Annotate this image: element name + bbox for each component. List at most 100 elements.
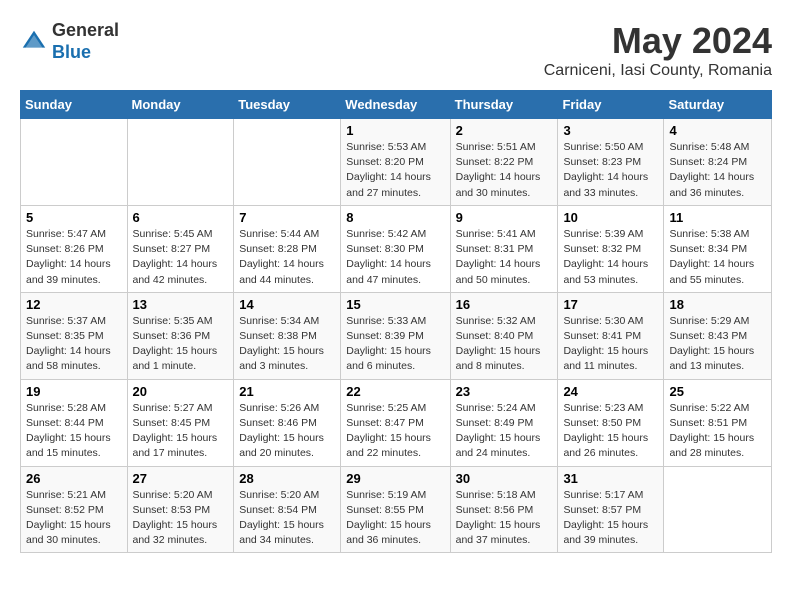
title-block: May 2024 Carniceni, Iasi County, Romania [544,20,772,80]
calendar-cell: 4 Sunrise: 5:48 AM Sunset: 8:24 PM Daylig… [664,119,772,206]
weekday-header-wednesday: Wednesday [341,91,450,119]
calendar-cell: 10Sunrise: 5:39 AM Sunset: 8:32 PM Dayli… [558,205,664,292]
calendar-cell: 11 Sunrise: 5:38 AM Sunset: 8:34 PM Dayli… [664,205,772,292]
calendar-week-row: 19 Sunrise: 5:28 AM Sunset: 8:44 PM Dayli… [21,379,772,466]
day-info: Sunrise: 5:44 AM Sunset: 8:28 PM Dayligh… [239,227,335,288]
day-info: Sunrise: 5:29 AM Sunset: 8:43 PM Dayligh… [669,314,766,375]
calendar-cell [127,119,234,206]
day-number: 19 [26,384,122,399]
calendar-cell: 5 Sunrise: 5:47 AM Sunset: 8:26 PM Daylig… [21,205,128,292]
day-info: Sunrise: 5:20 AM Sunset: 8:53 PM Dayligh… [133,488,229,549]
day-info: Sunrise: 5:38 AM Sunset: 8:34 PM Dayligh… [669,227,766,288]
calendar-cell: 26 Sunrise: 5:21 AM Sunset: 8:52 PM Dayli… [21,466,128,553]
day-info: Sunrise: 5:20 AM Sunset: 8:54 PM Dayligh… [239,488,335,549]
calendar-cell [664,466,772,553]
calendar-cell: 6Sunrise: 5:45 AM Sunset: 8:27 PM Daylig… [127,205,234,292]
calendar-cell: 2 Sunrise: 5:51 AM Sunset: 8:22 PM Daylig… [450,119,558,206]
calendar-week-row: 5 Sunrise: 5:47 AM Sunset: 8:26 PM Daylig… [21,205,772,292]
calendar-cell: 1Sunrise: 5:53 AM Sunset: 8:20 PM Daylig… [341,119,450,206]
day-number: 28 [239,471,335,486]
day-number: 16 [456,297,553,312]
weekday-header-tuesday: Tuesday [234,91,341,119]
day-number: 7 [239,210,335,225]
day-info: Sunrise: 5:25 AM Sunset: 8:47 PM Dayligh… [346,401,444,462]
day-number: 25 [669,384,766,399]
day-info: Sunrise: 5:42 AM Sunset: 8:30 PM Dayligh… [346,227,444,288]
day-info: Sunrise: 5:37 AM Sunset: 8:35 PM Dayligh… [26,314,122,375]
calendar-cell: 23Sunrise: 5:24 AM Sunset: 8:49 PM Dayli… [450,379,558,466]
day-info: Sunrise: 5:53 AM Sunset: 8:20 PM Dayligh… [346,140,444,201]
day-info: Sunrise: 5:30 AM Sunset: 8:41 PM Dayligh… [563,314,658,375]
day-number: 5 [26,210,122,225]
day-info: Sunrise: 5:19 AM Sunset: 8:55 PM Dayligh… [346,488,444,549]
day-number: 17 [563,297,658,312]
calendar-cell [21,119,128,206]
calendar-cell: 15Sunrise: 5:33 AM Sunset: 8:39 PM Dayli… [341,292,450,379]
day-info: Sunrise: 5:34 AM Sunset: 8:38 PM Dayligh… [239,314,335,375]
day-number: 24 [563,384,658,399]
day-number: 10 [563,210,658,225]
day-number: 13 [133,297,229,312]
calendar-cell: 31 Sunrise: 5:17 AM Sunset: 8:57 PM Dayli… [558,466,664,553]
weekday-header-friday: Friday [558,91,664,119]
weekday-header-monday: Monday [127,91,234,119]
calendar-cell: 21 Sunrise: 5:26 AM Sunset: 8:46 PM Dayli… [234,379,341,466]
location-subtitle: Carniceni, Iasi County, Romania [544,62,772,80]
day-number: 27 [133,471,229,486]
calendar-cell: 25 Sunrise: 5:22 AM Sunset: 8:51 PM Dayli… [664,379,772,466]
calendar-cell: 16Sunrise: 5:32 AM Sunset: 8:40 PM Dayli… [450,292,558,379]
calendar-cell: 27 Sunrise: 5:20 AM Sunset: 8:53 PM Dayli… [127,466,234,553]
day-number: 12 [26,297,122,312]
calendar-header: SundayMondayTuesdayWednesdayThursdayFrid… [21,91,772,119]
day-number: 8 [346,210,444,225]
day-info: Sunrise: 5:18 AM Sunset: 8:56 PM Dayligh… [456,488,553,549]
day-info: Sunrise: 5:26 AM Sunset: 8:46 PM Dayligh… [239,401,335,462]
day-info: Sunrise: 5:17 AM Sunset: 8:57 PM Dayligh… [563,488,658,549]
day-number: 4 [669,123,766,138]
day-info: Sunrise: 5:47 AM Sunset: 8:26 PM Dayligh… [26,227,122,288]
day-info: Sunrise: 5:35 AM Sunset: 8:36 PM Dayligh… [133,314,229,375]
month-title: May 2024 [544,20,772,62]
day-info: Sunrise: 5:24 AM Sunset: 8:49 PM Dayligh… [456,401,553,462]
day-number: 21 [239,384,335,399]
page-header: General Blue May 2024 Carniceni, Iasi Co… [20,20,772,80]
calendar-cell [234,119,341,206]
calendar-cell: 19 Sunrise: 5:28 AM Sunset: 8:44 PM Dayli… [21,379,128,466]
calendar-cell: 29 Sunrise: 5:19 AM Sunset: 8:55 PM Dayli… [341,466,450,553]
day-number: 31 [563,471,658,486]
day-number: 29 [346,471,444,486]
day-number: 18 [669,297,766,312]
calendar-week-row: 26 Sunrise: 5:21 AM Sunset: 8:52 PM Dayli… [21,466,772,553]
calendar-cell: 14Sunrise: 5:34 AM Sunset: 8:38 PM Dayli… [234,292,341,379]
day-number: 20 [133,384,229,399]
logo-icon [20,28,48,56]
day-number: 11 [669,210,766,225]
calendar-cell: 17 Sunrise: 5:30 AM Sunset: 8:41 PM Dayli… [558,292,664,379]
weekday-header-sunday: Sunday [21,91,128,119]
day-info: Sunrise: 5:21 AM Sunset: 8:52 PM Dayligh… [26,488,122,549]
calendar-cell: 20Sunrise: 5:27 AM Sunset: 8:45 PM Dayli… [127,379,234,466]
day-number: 26 [26,471,122,486]
day-info: Sunrise: 5:28 AM Sunset: 8:44 PM Dayligh… [26,401,122,462]
day-info: Sunrise: 5:41 AM Sunset: 8:31 PM Dayligh… [456,227,553,288]
calendar-cell: 12 Sunrise: 5:37 AM Sunset: 8:35 PM Dayli… [21,292,128,379]
day-number: 15 [346,297,444,312]
calendar-cell: 7 Sunrise: 5:44 AM Sunset: 8:28 PM Daylig… [234,205,341,292]
day-number: 9 [456,210,553,225]
calendar-week-row: 12 Sunrise: 5:37 AM Sunset: 8:35 PM Dayli… [21,292,772,379]
day-info: Sunrise: 5:22 AM Sunset: 8:51 PM Dayligh… [669,401,766,462]
day-info: Sunrise: 5:48 AM Sunset: 8:24 PM Dayligh… [669,140,766,201]
logo-blue-text: Blue [52,42,119,64]
day-number: 22 [346,384,444,399]
calendar-cell: 9 Sunrise: 5:41 AM Sunset: 8:31 PM Daylig… [450,205,558,292]
day-info: Sunrise: 5:50 AM Sunset: 8:23 PM Dayligh… [563,140,658,201]
calendar-cell: 22 Sunrise: 5:25 AM Sunset: 8:47 PM Dayli… [341,379,450,466]
day-info: Sunrise: 5:51 AM Sunset: 8:22 PM Dayligh… [456,140,553,201]
calendar-cell: 30Sunrise: 5:18 AM Sunset: 8:56 PM Dayli… [450,466,558,553]
calendar-cell: 13 Sunrise: 5:35 AM Sunset: 8:36 PM Dayli… [127,292,234,379]
weekday-header-thursday: Thursday [450,91,558,119]
weekday-header-saturday: Saturday [664,91,772,119]
calendar-week-row: 1Sunrise: 5:53 AM Sunset: 8:20 PM Daylig… [21,119,772,206]
calendar-cell: 3Sunrise: 5:50 AM Sunset: 8:23 PM Daylig… [558,119,664,206]
day-number: 2 [456,123,553,138]
